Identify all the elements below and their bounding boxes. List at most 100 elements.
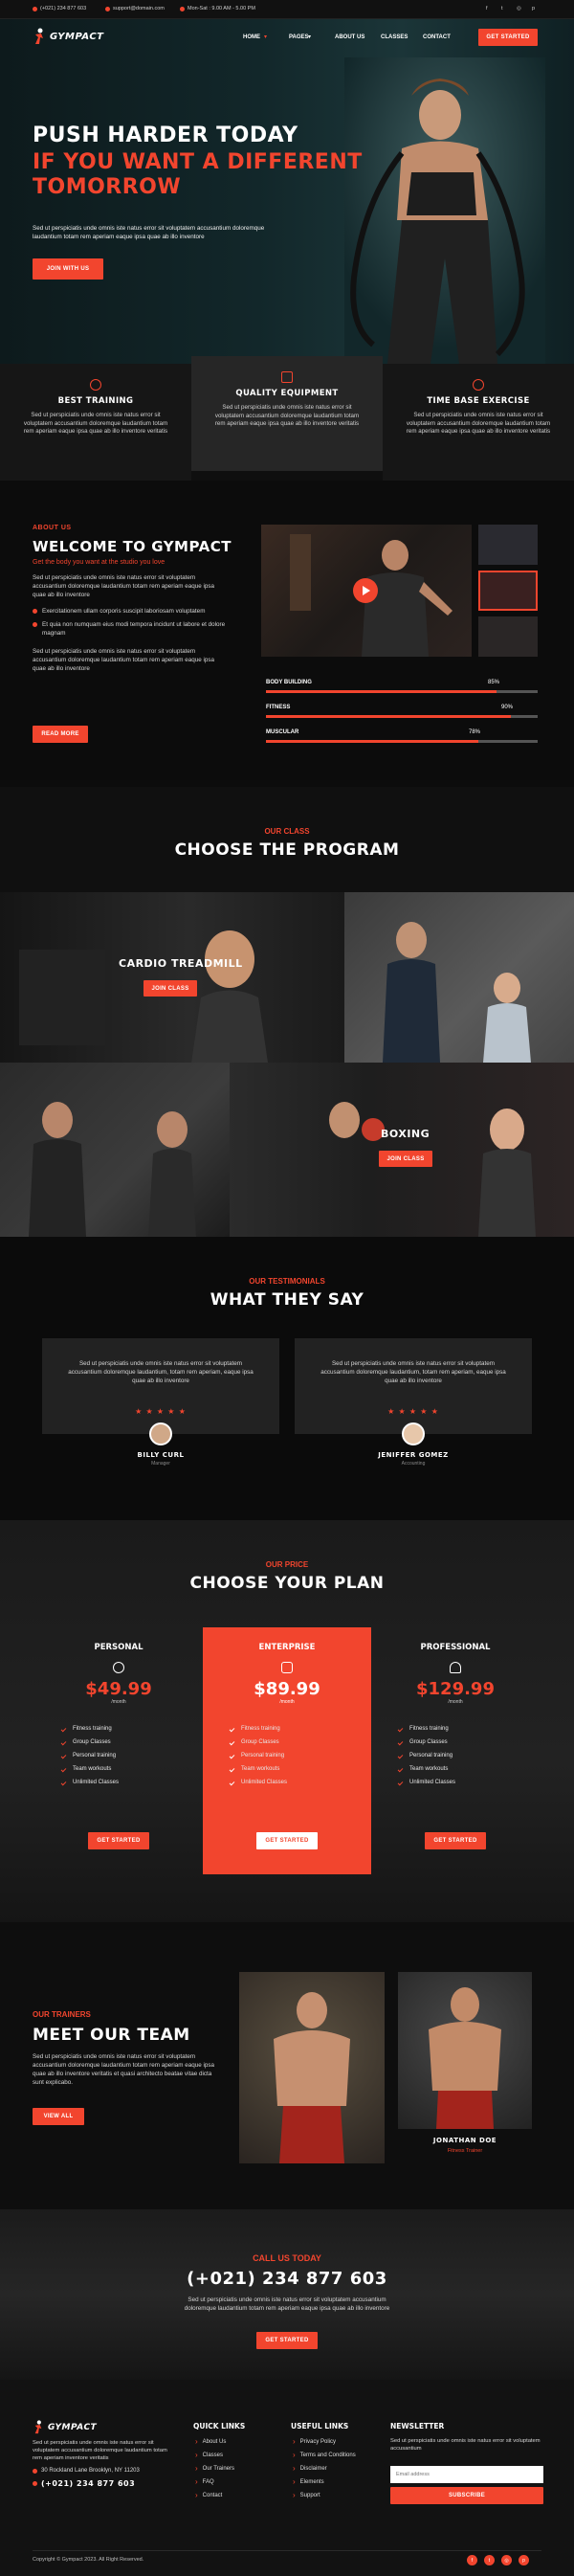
play-button[interactable] [353,578,378,603]
join-with-us-button[interactable]: JOIN WITH US [33,258,103,280]
skill-name: MUSCULAR [266,729,299,735]
topbar-facebook-icon[interactable]: f [486,6,488,11]
footer-link-elements[interactable]: Elements [293,2477,324,2486]
footer-facebook-icon[interactable]: f [467,2555,477,2565]
check-icon [229,1726,235,1732]
call-phone[interactable]: (+021) 234 877 603 [0,2269,574,2289]
skill-name: FITNESS [266,705,291,710]
trophy-icon [450,1662,461,1673]
footer-link-disclaimer[interactable]: Disclaimer [293,2464,327,2473]
trainer-photo-1[interactable] [239,1972,385,2163]
top-bar: (+021) 234 877 603 support@domain.com Mo… [0,0,574,19]
footer-link-contact[interactable]: Contact [195,2491,223,2499]
plan-name: ENTERPRISE [258,1643,316,1652]
view-all-button[interactable]: VIEW ALL [33,2108,84,2125]
cardio-class-title: CARDIO TREADMILL [119,957,243,970]
logo[interactable]: GYMPACT [33,28,104,45]
skill-bar [266,740,538,743]
check-circle-icon [33,622,37,627]
plan-feature: Group Classes [60,1736,203,1749]
location-icon [33,2468,37,2474]
footer: GYMPACT Sed ut perspiciatis unde omnis i… [0,2380,574,2576]
cardio-join-class-button[interactable]: JOIN CLASS [144,980,197,997]
check-icon [60,1753,67,1758]
topbar-twitter-icon[interactable]: t [501,6,503,11]
call-text: Sed ut perspiciatis unde omnis iste natu… [184,2296,390,2312]
trainer-name: JONATHAN DOE [432,2137,497,2144]
testimonial-text: Sed ut perspiciatis unde omnis iste natu… [68,1360,254,1384]
copyright: Copyright © Gympact 2023. All Right Rese… [33,2557,144,2563]
footer-logo[interactable]: GYMPACT [33,2420,97,2434]
plan-name: PERSONAL [94,1643,144,1652]
footer-link-trainers[interactable]: Our Trainers [195,2464,234,2473]
logo-runner-icon [35,28,43,44]
cardio-class-image: CARDIO TREADMILL JOIN CLASS [0,892,344,1063]
nav-about[interactable]: ABOUT US [335,34,364,40]
boxing-join-class-button[interactable]: JOIN CLASS [379,1151,432,1167]
footer-phone[interactable]: (+021) 234 877 603 [33,2479,135,2488]
cardio-photo [19,930,268,1063]
testimonial-name: JENIFFER GOMEZ [378,1451,449,1459]
features-section: BEST TRAINING Sed ut perspiciatis unde o… [0,356,574,481]
footer-instagram-icon[interactable]: ◎ [501,2555,512,2565]
footer-link-terms[interactable]: Terms and Conditions [293,2451,356,2459]
check-icon [397,1739,404,1745]
topbar-phone[interactable]: (+021) 234 877 603 [33,6,86,11]
newsletter-text: Sed ut perspiciatis unde omnis iste natu… [390,2438,541,2452]
trainer-1-image [274,1992,350,2163]
check-icon [60,1739,67,1745]
subscribe-button[interactable]: SUBSCRIBE [390,2487,543,2504]
plan-get-started-button[interactable]: GET STARTED [88,1832,149,1849]
plan-period: /month [448,1699,463,1705]
footer-link-classes[interactable]: Classes [195,2451,223,2459]
boxing-class-image: BOXING JOIN CLASS [230,1063,574,1237]
nav-get-started-button[interactable]: GET STARTED [478,29,538,46]
check-icon [229,1780,235,1785]
testimonial-role: Manager [151,1461,170,1467]
feature-title: TIME BASE EXERCISE [427,396,530,406]
plan-feature: Group Classes [229,1736,371,1749]
footer-link-faq[interactable]: FAQ [195,2477,214,2486]
boxing-photo [329,1102,536,1237]
footer-twitter-icon[interactable]: t [484,2555,495,2565]
plan-features: Fitness training Group Classes Personal … [397,1722,540,1789]
feature-card-best-training: BEST TRAINING Sed ut perspiciatis unde o… [0,364,191,481]
trainer-role: Fitness Trainer [447,2148,483,2154]
program-title: CHOOSE THE PROGRAM [174,840,400,860]
topbar-pinterest-icon[interactable]: p [532,6,535,11]
plan-feature: Unlimited Classes [397,1776,540,1789]
about-video-thumbnail[interactable] [261,525,472,657]
plan-feature: Fitness training [397,1722,540,1736]
newsletter-email-input[interactable] [390,2466,543,2483]
gallery-thumb-3[interactable] [478,616,538,657]
nav-pages[interactable]: PAGES [289,34,309,40]
gallery-thumb-1[interactable] [478,525,538,565]
gallery-thumb-2[interactable] [478,571,538,611]
footer-link-about[interactable]: About Us [195,2437,227,2446]
footer-address: 30 Rockland Lane Brooklyn, NY 11203 [33,2468,140,2474]
plan-feature: Personal training [397,1749,540,1762]
testimonial-card: Sed ut perspiciatis unde omnis iste natu… [42,1338,279,1445]
group-icon [281,1662,293,1673]
dumbbell-icon [281,371,293,383]
read-more-button[interactable]: READ MORE [33,726,88,743]
trainer-photo-2[interactable] [398,1972,532,2129]
topbar-instagram-icon[interactable]: ◎ [517,6,521,11]
nav-contact[interactable]: CONTACT [423,34,451,40]
topbar-email[interactable]: support@domain.com [105,6,165,11]
plan-feature: Fitness training [229,1722,371,1736]
footer-link-privacy[interactable]: Privacy Policy [293,2437,336,2446]
plan-feature: Personal training [229,1749,371,1762]
plan-price: $89.99 [254,1679,320,1699]
nav-classes[interactable]: CLASSES [381,34,408,40]
plan-feature: Unlimited Classes [60,1776,203,1789]
plan-get-started-button[interactable]: GET STARTED [256,1832,318,1849]
footer-pinterest-icon[interactable]: p [519,2555,529,2565]
footer-link-support[interactable]: Support [293,2491,320,2499]
call-get-started-button[interactable]: GET STARTED [256,2332,318,2349]
plan-get-started-button[interactable]: GET STARTED [425,1832,486,1849]
boxing-class-title: BOXING [381,1128,430,1140]
nav-home[interactable]: HOME [243,34,260,40]
skill-percent: 78% [469,729,481,735]
team-title: MEET OUR TEAM [33,2026,190,2045]
